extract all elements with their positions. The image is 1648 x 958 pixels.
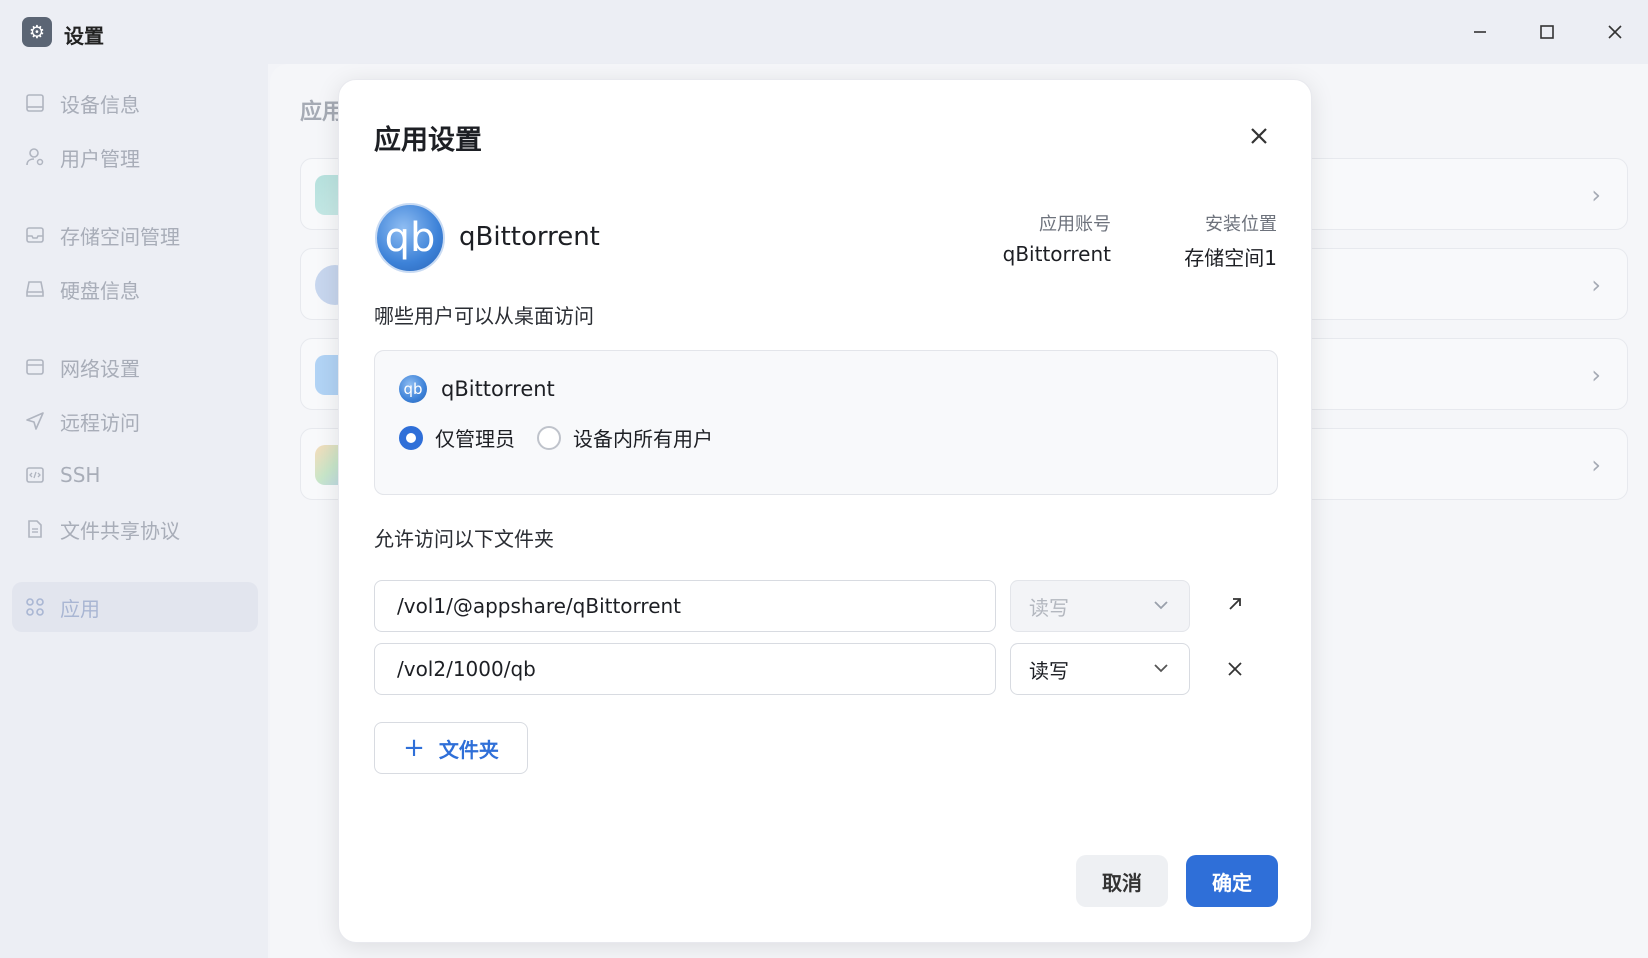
sidebar-item-label: 远程访问 [60,410,140,435]
location-value: 存储空间1 [1184,246,1277,270]
disk-icon [24,278,46,300]
user-icon [24,146,46,168]
open-external-icon[interactable] [1219,588,1251,620]
network-icon [24,356,46,378]
app-settings-dialog: 应用设置 qb qBittorrent 应用账号 qBittorrent 安装位… [338,79,1312,943]
code-icon [24,464,46,486]
sidebar-item-label: 网络设置 [60,356,140,381]
sidebar-item-storage[interactable]: 存储空间管理 [12,210,258,260]
sidebar-item-label: SSH [60,463,101,487]
radio-unselected-icon [537,425,561,450]
permission-select[interactable]: 读写 [1010,643,1190,695]
sidebar-item-label: 设备信息 [60,92,140,117]
sidebar-item-apps[interactable]: 应用 [12,582,258,632]
sidebar-item-label: 存储空间管理 [60,224,180,249]
minimize-icon[interactable] [1460,16,1500,48]
gear-icon: ⚙ [22,17,52,47]
permission-value: 读写 [1029,658,1069,683]
folder-path-input[interactable]: /vol1/@appshare/qBittorrent [374,580,996,632]
qbittorrent-logo-icon: qb [375,203,445,273]
radio-selected-icon [399,425,423,450]
access-app-name: qBittorrent [441,377,555,401]
sidebar-item-device-info[interactable]: 设备信息 [12,78,258,128]
sidebar-item-remote-access[interactable]: 远程访问 [12,396,258,446]
send-icon [24,410,46,432]
device-info-icon [24,92,46,114]
chevron-right-icon: › [1591,271,1601,299]
sidebar: 设备信息 用户管理 存储空间管理 硬盘信息 网络设置 远程访问 SSH 文件共享… [0,64,268,958]
close-icon[interactable] [1241,118,1277,154]
sidebar-item-label: 文件共享协议 [60,518,180,543]
app-name: qBittorrent [459,222,600,252]
storage-icon [24,224,46,246]
dialog-title: 应用设置 [374,125,482,156]
desktop-access-box: qb qBittorrent 仅管理员 设备内所有用户 [374,350,1278,495]
sidebar-item-label: 用户管理 [60,146,140,171]
add-folder-label: 文件夹 [438,737,499,762]
close-icon[interactable] [1595,16,1635,48]
permission-select: 读写 [1010,580,1190,632]
location-label: 安装位置 [1205,214,1277,235]
chevron-right-icon: › [1591,181,1601,209]
radio-admin-only[interactable]: 仅管理员 [399,423,515,452]
chevron-down-icon [1151,658,1171,683]
document-icon [24,518,46,540]
sidebar-item-file-sharing[interactable]: 文件共享协议 [12,504,258,554]
sidebar-item-user-management[interactable]: 用户管理 [12,132,258,182]
remove-icon[interactable] [1219,653,1251,685]
sidebar-item-label: 应用 [60,596,100,621]
radio-label: 仅管理员 [435,427,515,451]
chevron-right-icon: › [1591,451,1601,479]
account-label: 应用账号 [1039,214,1111,235]
confirm-button[interactable]: 确定 [1186,855,1278,907]
plus-icon: + [403,733,425,763]
maximize-icon[interactable] [1527,16,1567,48]
radio-label: 设备内所有用户 [573,427,713,451]
chevron-down-icon [1151,595,1171,620]
sidebar-item-ssh[interactable]: SSH [12,450,258,500]
apps-grid-icon [24,596,46,618]
window-title: 设置 [64,24,104,48]
title-bar: ⚙ 设置 [0,0,1648,64]
folder-path-input[interactable]: /vol2/1000/qb [374,643,996,695]
sidebar-item-label: 硬盘信息 [60,278,140,303]
chevron-right-icon: › [1591,361,1601,389]
sidebar-item-disk-info[interactable]: 硬盘信息 [12,264,258,314]
permission-value: 读写 [1029,595,1069,620]
desktop-access-label: 哪些用户可以从桌面访问 [374,304,594,328]
folders-label: 允许访问以下文件夹 [374,527,554,551]
account-value: qBittorrent [1002,242,1111,266]
sidebar-item-network[interactable]: 网络设置 [12,342,258,392]
add-folder-button[interactable]: + 文件夹 [374,722,528,774]
cancel-button[interactable]: 取消 [1076,855,1168,907]
radio-all-users[interactable]: 设备内所有用户 [537,423,713,452]
qbittorrent-logo-icon: qb [399,375,427,403]
